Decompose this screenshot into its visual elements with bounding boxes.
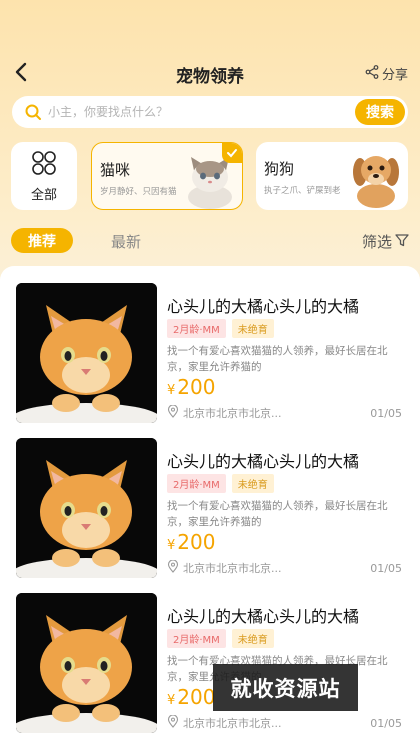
filter-button[interactable]: 筛选 bbox=[362, 231, 410, 252]
location-pin-icon bbox=[167, 404, 179, 421]
listing-tags: 2月龄·MM 未绝育 bbox=[167, 474, 274, 493]
location-text: 北京市北京市北京... bbox=[183, 717, 282, 730]
tab-recommend[interactable]: 推荐 bbox=[11, 228, 73, 253]
listing-location: 北京市北京市北京... bbox=[167, 714, 282, 731]
age-tag: 2月龄·MM bbox=[167, 319, 226, 338]
listing-title: 心头儿的大橘心头儿的大橘 bbox=[167, 297, 360, 316]
listing-tags: 2月龄·MM 未绝育 bbox=[167, 629, 274, 648]
listing-price: ¥200 bbox=[167, 685, 215, 709]
price-value: 200 bbox=[177, 375, 216, 399]
listing-title: 心头儿的大橘心头儿的大橘 bbox=[167, 452, 360, 471]
listing-date: 01/05 bbox=[370, 407, 402, 420]
listing-date: 01/05 bbox=[370, 717, 402, 730]
listing-location: 北京市北京市北京... bbox=[167, 404, 282, 421]
category-all-label: 全部 bbox=[30, 187, 57, 203]
price-value: 200 bbox=[177, 685, 216, 709]
listing-description: 找一个有爱心喜欢猫猫的人领养，最好长居在北京，家里允许养猫的 bbox=[167, 500, 388, 528]
watermark-badge: 就收资源站 bbox=[213, 664, 358, 711]
grid-icon bbox=[31, 150, 57, 180]
category-all[interactable]: 全部 bbox=[11, 142, 77, 210]
listing-title: 心头儿的大橘心头儿的大橘 bbox=[167, 607, 360, 626]
search-icon bbox=[24, 103, 42, 121]
location-text: 北京市北京市北京... bbox=[183, 407, 282, 420]
tab-bar: 推荐 最新 筛选 bbox=[0, 228, 420, 254]
currency-symbol: ¥ bbox=[167, 693, 176, 708]
search-input[interactable] bbox=[48, 105, 355, 119]
header-bar: 宠物领养 分享 bbox=[0, 0, 420, 92]
category-dog[interactable]: 狗狗 执子之爪、铲屎到老 bbox=[256, 142, 408, 210]
search-button[interactable]: 搜索 bbox=[355, 99, 405, 125]
share-icon bbox=[365, 64, 379, 83]
category-dog-desc: 执子之爪、铲屎到老 bbox=[264, 186, 341, 196]
currency-symbol: ¥ bbox=[167, 538, 176, 553]
listing-price: ¥200 bbox=[167, 530, 215, 554]
listing-card[interactable]: 心头儿的大橘心头儿的大橘 2月龄·MM 未绝育 找一个有爱心喜欢猫猫的人领养，最… bbox=[0, 593, 420, 733]
category-cat-name: 猫咪 bbox=[100, 161, 131, 179]
filter-label: 筛选 bbox=[361, 233, 392, 251]
category-dog-name: 狗狗 bbox=[264, 160, 295, 178]
category-cat[interactable]: 猫咪 岁月静好、只因有猫 bbox=[91, 142, 243, 210]
listing-price: ¥200 bbox=[167, 375, 215, 399]
status-tag: 未绝育 bbox=[231, 474, 274, 493]
location-pin-icon bbox=[167, 714, 179, 731]
puppy-image bbox=[348, 146, 404, 210]
cat-photo bbox=[16, 283, 157, 423]
status-tag: 未绝育 bbox=[231, 629, 274, 648]
share-label: 分享 bbox=[381, 68, 408, 83]
tab-latest[interactable]: 最新 bbox=[111, 231, 141, 252]
listing-location: 北京市北京市北京... bbox=[167, 559, 282, 576]
page-title: 宠物领养 bbox=[176, 67, 244, 87]
search-bar: 搜索 bbox=[12, 96, 408, 128]
age-tag: 2月龄·MM bbox=[167, 474, 226, 493]
listing-tags: 2月龄·MM 未绝育 bbox=[167, 319, 274, 338]
location-text: 北京市北京市北京... bbox=[183, 562, 282, 575]
cat-photo bbox=[16, 438, 157, 578]
currency-symbol: ¥ bbox=[167, 383, 176, 398]
status-tag: 未绝育 bbox=[231, 319, 274, 338]
location-pin-icon bbox=[167, 559, 179, 576]
listing-card[interactable]: 心头儿的大橘心头儿的大橘 2月龄·MM 未绝育 找一个有爱心喜欢猫猫的人领养，最… bbox=[0, 283, 420, 423]
price-value: 200 bbox=[177, 530, 216, 554]
selected-check-icon bbox=[222, 143, 242, 163]
funnel-icon bbox=[394, 232, 410, 252]
listing-date: 01/05 bbox=[370, 562, 402, 575]
listing-card[interactable]: 心头儿的大橘心头儿的大橘 2月龄·MM 未绝育 找一个有爱心喜欢猫猫的人领养，最… bbox=[0, 438, 420, 578]
cat-photo bbox=[16, 593, 157, 733]
share-button[interactable]: 分享 bbox=[365, 64, 408, 83]
category-cat-desc: 岁月静好、只因有猫 bbox=[100, 187, 177, 197]
listing-description: 找一个有爱心喜欢猫猫的人领养，最好长居在北京，家里允许养猫的 bbox=[167, 345, 388, 373]
age-tag: 2月龄·MM bbox=[167, 629, 226, 648]
